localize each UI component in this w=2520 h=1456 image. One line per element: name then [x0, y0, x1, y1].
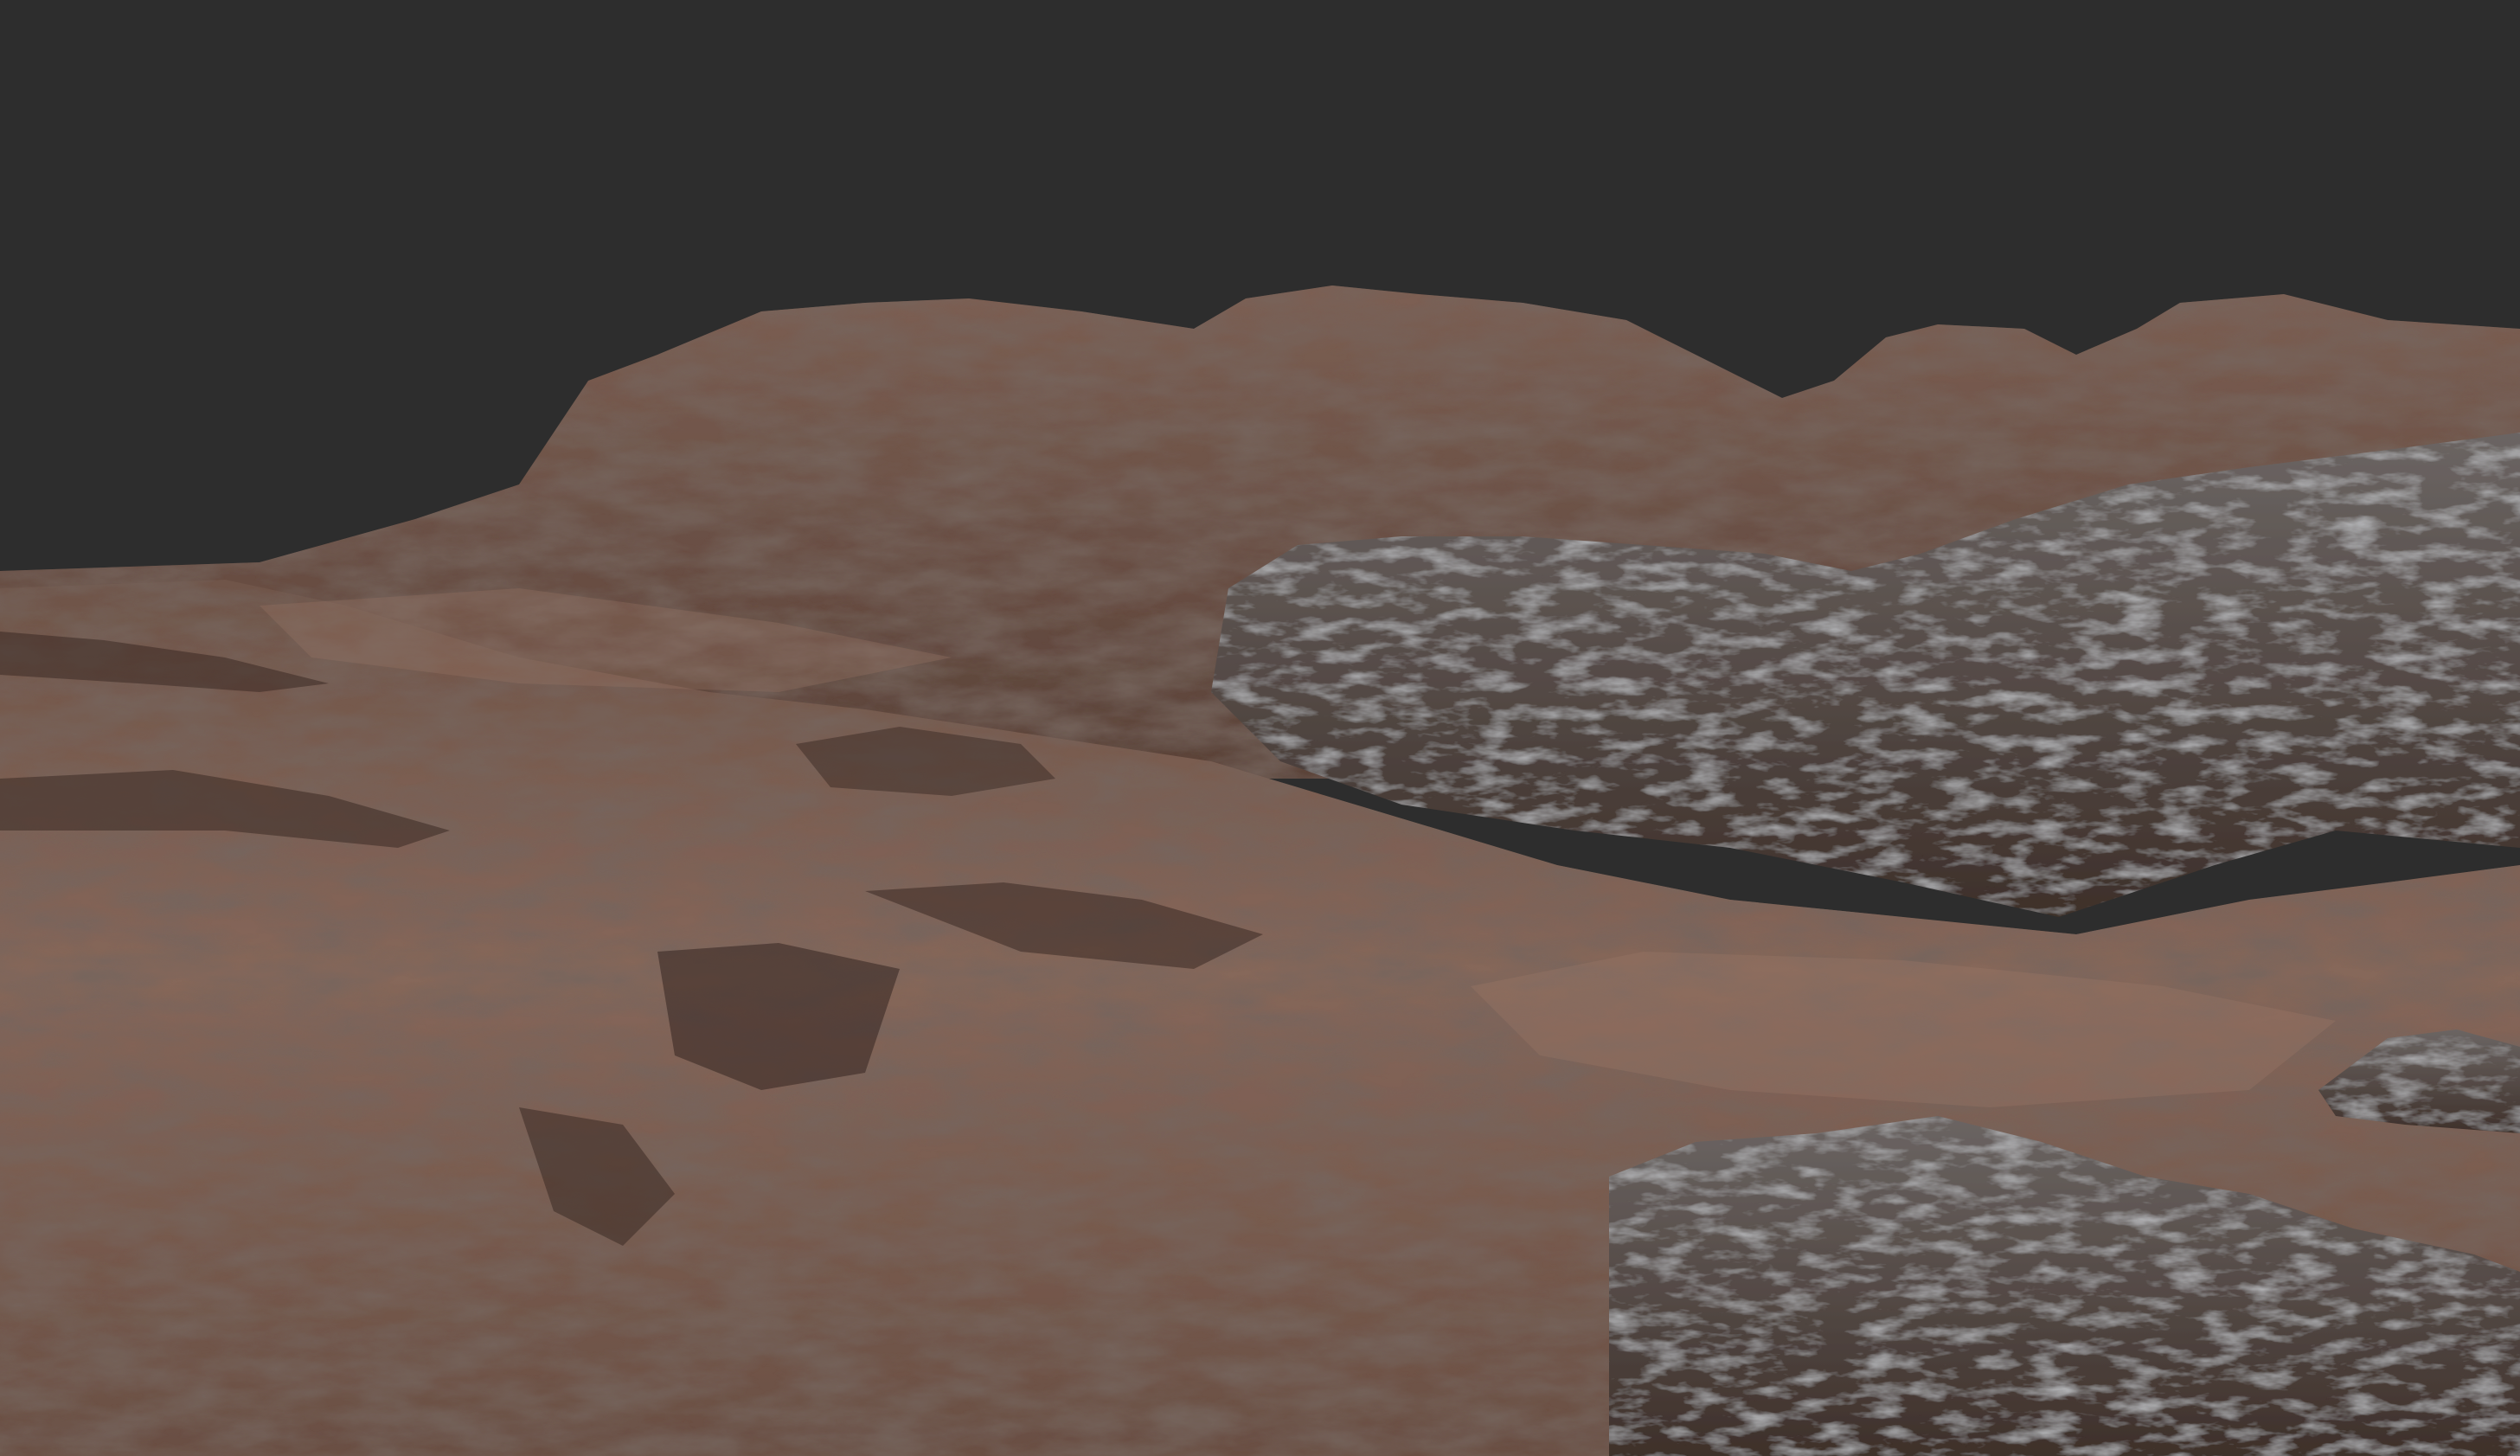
terrain-render	[0, 0, 2520, 1456]
3d-viewport[interactable]	[0, 0, 2520, 1456]
